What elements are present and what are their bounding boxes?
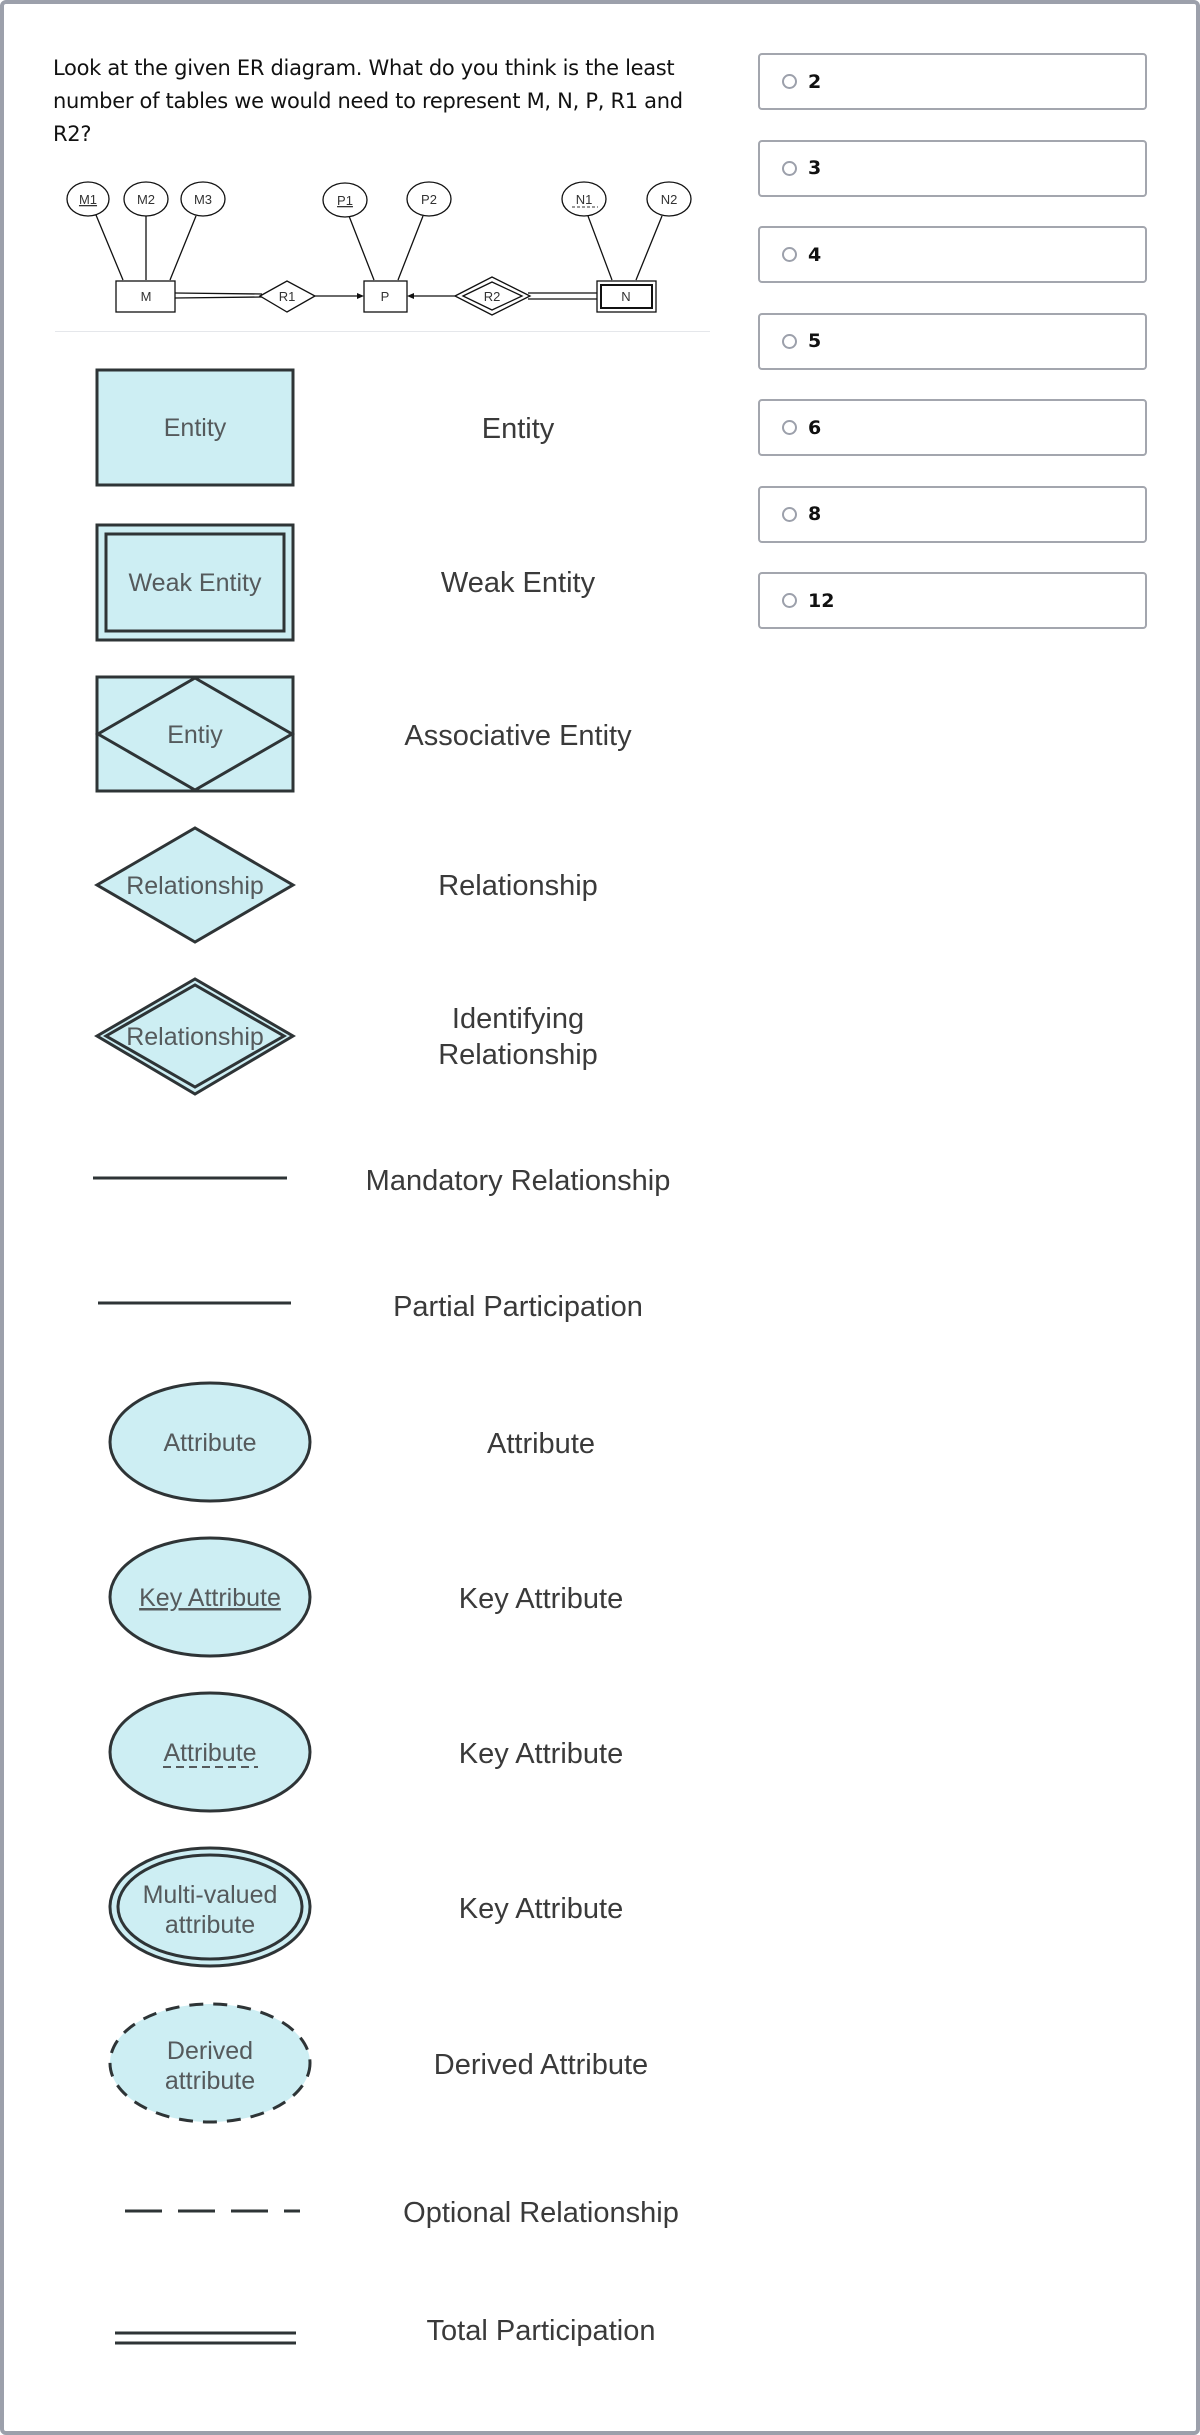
legend-label-derived: Derived Attribute	[434, 2049, 648, 2081]
legend-label-total: Total Participation	[427, 2315, 656, 2347]
radio-icon[interactable]	[782, 506, 797, 522]
legend-key-attribute-symbol-text: Key Attribute	[139, 1584, 281, 1612]
legend-identifying-symbol-text: Relationship	[126, 1023, 264, 1051]
option-2[interactable]: 2	[758, 53, 1147, 110]
option-5[interactable]: 5	[758, 312, 1147, 370]
legend-label-weak-entity: Weak Entity	[441, 567, 596, 599]
option-label: 8	[808, 503, 822, 525]
legend-relationship-symbol-text: Relationship	[126, 872, 264, 900]
legend-label-associative-entity: Associative Entity	[404, 720, 632, 752]
legend-derived-symbol-text-1: Derived	[167, 2037, 253, 2065]
er-legend: Entity Weak Entity Entiy Relationship Re…	[93, 368, 679, 2347]
legend-label-identifying-2: Relationship	[438, 1039, 598, 1071]
legend-label-key-attribute: Key Attribute	[459, 1583, 623, 1615]
option-12[interactable]: 12	[758, 572, 1147, 629]
legend-derived-symbol-text-2: attribute	[165, 2067, 255, 2095]
radio-icon[interactable]	[782, 74, 797, 89]
option-4[interactable]: 4	[758, 226, 1147, 283]
option-label: 2	[808, 70, 822, 93]
radio-icon[interactable]	[782, 160, 797, 176]
legend-partial-key-symbol-text: Attribute	[163, 1739, 256, 1767]
legend-label-relationship: Relationship	[438, 870, 598, 902]
legend-attribute-symbol-text: Attribute	[163, 1429, 256, 1457]
legend-weak-entity-symbol-text: Weak Entity	[129, 569, 262, 597]
legend-label-multivalued: Key Attribute	[459, 1893, 623, 1925]
radio-icon[interactable]	[782, 593, 797, 608]
option-label: 6	[808, 416, 822, 439]
radio-icon[interactable]	[782, 333, 797, 349]
legend-associative-symbol-text: Entiy	[167, 721, 223, 749]
legend-label-attribute: Attribute	[487, 1428, 595, 1460]
radio-icon[interactable]	[782, 420, 797, 435]
legend-label-partial: Partial Participation	[393, 1291, 643, 1323]
legend-label-optional: Optional Relationship	[403, 2197, 679, 2229]
legend-entity-symbol-text: Entity	[164, 414, 227, 442]
radio-icon[interactable]	[782, 247, 797, 262]
option-label: 3	[808, 157, 822, 179]
legend-multivalued-symbol-text-1: Multi-valued	[143, 1881, 278, 1909]
legend-label-identifying-1: Identifying	[452, 1003, 584, 1035]
option-3[interactable]: 3	[758, 139, 1147, 197]
legend-multivalued-symbol-text-2: attribute	[165, 1911, 255, 1939]
option-8[interactable]: 8	[758, 485, 1147, 543]
option-label: 12	[808, 589, 835, 612]
legend-label-mandatory: Mandatory Relationship	[366, 1165, 671, 1197]
option-6[interactable]: 6	[758, 399, 1147, 456]
legend-label-entity: Entity	[482, 413, 555, 445]
option-label: 5	[808, 330, 822, 352]
option-label: 4	[808, 243, 822, 266]
legend-label-partial-key-attribute: Key Attribute	[459, 1738, 623, 1770]
answer-options: 2 3 4 5 6 8 12	[758, 53, 1147, 659]
